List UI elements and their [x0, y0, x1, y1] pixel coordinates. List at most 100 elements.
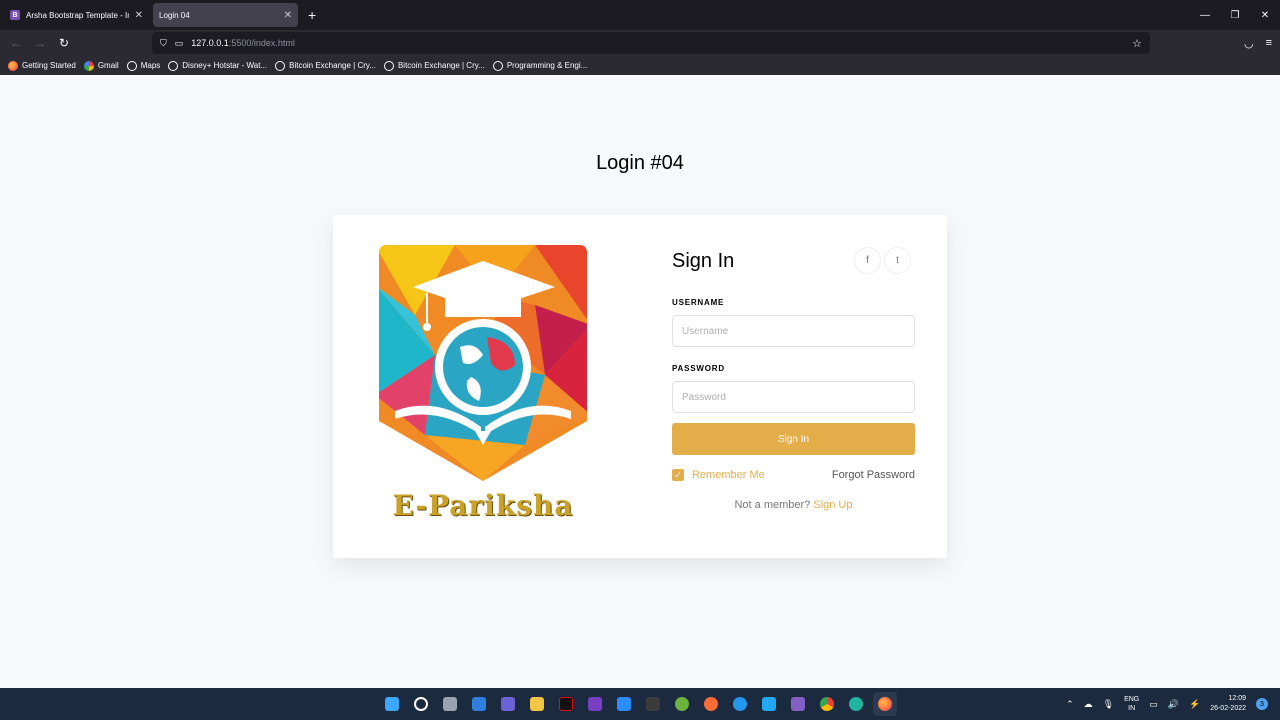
- volume-icon[interactable]: 🔊: [1168, 699, 1179, 710]
- bookmark-label: Maps: [140, 61, 161, 70]
- display-icon[interactable]: ▭: [1149, 699, 1158, 710]
- minimize-icon[interactable]: —: [1190, 0, 1220, 30]
- checkbox-checked-icon[interactable]: ✓: [672, 469, 684, 481]
- browser-nav-bar: ← → ↻ ⛉ ▭ 127.0.0.1:5500/index.html ☆ ◡ …: [0, 30, 1280, 56]
- tab-title: Arsha Bootstrap Template - Index: [26, 10, 129, 20]
- teams-chat-icon[interactable]: [496, 692, 520, 716]
- facebook-icon[interactable]: f: [854, 247, 881, 274]
- reload-icon[interactable]: ↻: [52, 31, 76, 55]
- logo: E-Pariksha: [373, 245, 593, 525]
- spring-icon[interactable]: [670, 692, 694, 716]
- lang-code: ENG: [1124, 696, 1140, 703]
- clock-time: 12:09: [1228, 695, 1246, 702]
- signin-title: Sign In: [672, 250, 735, 272]
- graduation-globe-logo: [379, 245, 587, 481]
- start-icon[interactable]: [380, 692, 404, 716]
- search-icon[interactable]: [409, 692, 433, 716]
- bookmark-gmail[interactable]: Gmail: [83, 60, 119, 71]
- signin-button[interactable]: Sign In: [672, 423, 915, 455]
- tab-login[interactable]: Login 04 ✕: [153, 3, 298, 27]
- bookmark-label: Getting Started: [22, 61, 76, 70]
- menu-icon[interactable]: ≡: [1266, 37, 1272, 49]
- globe-icon: [383, 60, 394, 71]
- new-tab-button[interactable]: +: [308, 7, 316, 23]
- back-icon[interactable]: ←: [4, 31, 28, 55]
- signup-prompt: Not a member? Sign Up: [672, 499, 915, 511]
- bookmark-hotstar[interactable]: Disney+ Hotstar - Wat...: [168, 60, 268, 71]
- remember-me[interactable]: ✓ Remember Me: [672, 469, 765, 481]
- restore-icon[interactable]: ❐: [1220, 0, 1250, 30]
- chevron-up-icon[interactable]: ⌃: [1066, 699, 1074, 710]
- url-bar[interactable]: ⛉ ▭ 127.0.0.1:5500/index.html ☆: [152, 32, 1150, 54]
- taskbar-apps: [380, 692, 897, 716]
- lang-region: IN: [1128, 705, 1136, 712]
- shield-icon[interactable]: ⛉: [160, 38, 167, 49]
- language-indicator[interactable]: ENG IN: [1124, 695, 1139, 713]
- bookmark-getting-started[interactable]: Getting Started: [8, 60, 76, 71]
- vscode-icon[interactable]: [757, 692, 781, 716]
- forgot-password-link[interactable]: Forgot Password: [832, 469, 915, 481]
- netflix-icon[interactable]: [554, 692, 578, 716]
- tab-title: Login 04: [159, 10, 190, 20]
- close-tab-icon[interactable]: ✕: [135, 10, 143, 21]
- page-icon: ▭: [174, 37, 184, 48]
- firefox-icon[interactable]: [873, 692, 897, 716]
- onedrive-icon[interactable]: ☁: [1084, 699, 1093, 710]
- system-tray: ⌃ ☁ 🎙 ENG IN ▭ 🔊 ⚡ 12:09 26-02-2022 3: [1066, 692, 1268, 716]
- globe-icon: [126, 60, 137, 71]
- password-input[interactable]: [672, 381, 915, 413]
- forward-icon[interactable]: →: [28, 31, 52, 55]
- username-label: USERNAME: [672, 298, 725, 307]
- bookmark-label: Programming & Engi...: [506, 61, 588, 70]
- bookmark-programming[interactable]: Programming & Engi...: [492, 60, 588, 71]
- bookmark-star-icon[interactable]: ☆: [1132, 37, 1142, 50]
- clock[interactable]: 12:09 26-02-2022: [1210, 694, 1246, 714]
- widgets-icon[interactable]: [467, 692, 491, 716]
- bookmark-maps[interactable]: Maps: [126, 60, 161, 71]
- bootstrap-icon: B: [10, 10, 20, 20]
- onenote-icon[interactable]: [583, 692, 607, 716]
- bookmark-bitcoin-1[interactable]: Bitcoin Exchange | Cry...: [275, 60, 376, 71]
- username-input[interactable]: [672, 315, 915, 347]
- bookmark-label: Bitcoin Exchange | Cry...: [397, 61, 485, 70]
- file-explorer-icon[interactable]: [525, 692, 549, 716]
- close-tab-icon[interactable]: ✕: [284, 10, 292, 21]
- firefox-icon: [8, 60, 18, 71]
- postman-icon[interactable]: [699, 692, 723, 716]
- page-title: Login #04: [596, 152, 684, 174]
- bookmark-bitcoin-2[interactable]: Bitcoin Exchange | Cry...: [383, 60, 485, 71]
- docker-icon[interactable]: [728, 692, 752, 716]
- member-text: Not a member?: [734, 499, 811, 511]
- login-card: E-Pariksha Sign In f t USERNAME PASSWORD…: [333, 215, 947, 558]
- pocket-icon[interactable]: ◡: [1244, 37, 1254, 50]
- taskbar: ⌃ ☁ 🎙 ENG IN ▭ 🔊 ⚡ 12:09 26-02-2022 3: [0, 688, 1280, 720]
- tab-arsha[interactable]: B Arsha Bootstrap Template - Index ✕: [4, 3, 149, 27]
- bookmark-label: Gmail: [97, 61, 119, 70]
- bookmark-label: Disney+ Hotstar - Wat...: [182, 61, 268, 70]
- close-window-icon[interactable]: ✕: [1250, 0, 1280, 30]
- terminal-icon[interactable]: [641, 692, 665, 716]
- signup-link[interactable]: Sign Up: [813, 499, 852, 511]
- url-host: 127.0.0.1: [191, 38, 229, 48]
- notification-badge[interactable]: 3: [1256, 698, 1268, 710]
- task-view-icon[interactable]: [438, 692, 462, 716]
- url-path: :5500/index.html: [228, 38, 295, 48]
- edge-icon[interactable]: [844, 692, 868, 716]
- remember-label: Remember Me: [692, 469, 765, 481]
- twitter-icon[interactable]: t: [884, 247, 911, 274]
- chrome-icon[interactable]: [815, 692, 839, 716]
- zoom-icon[interactable]: [612, 692, 636, 716]
- microphone-icon[interactable]: 🎙: [1103, 699, 1114, 710]
- visual-studio-icon[interactable]: [786, 692, 810, 716]
- battery-icon[interactable]: ⚡: [1189, 699, 1200, 710]
- window-controls: — ❐ ✕: [1190, 0, 1280, 30]
- google-icon: [83, 60, 94, 71]
- globe-icon: [275, 60, 286, 71]
- brand-name: E-Pariksha: [392, 489, 574, 522]
- browser-tab-bar: B Arsha Bootstrap Template - Index ✕ Log…: [0, 0, 1280, 30]
- clock-date: 26-02-2022: [1210, 705, 1246, 712]
- bookmarks-bar: Getting Started Gmail Maps Disney+ Hotst…: [0, 56, 1280, 75]
- globe-icon: [492, 60, 503, 71]
- globe-icon: [168, 60, 179, 71]
- bookmark-label: Bitcoin Exchange | Cry...: [289, 61, 376, 70]
